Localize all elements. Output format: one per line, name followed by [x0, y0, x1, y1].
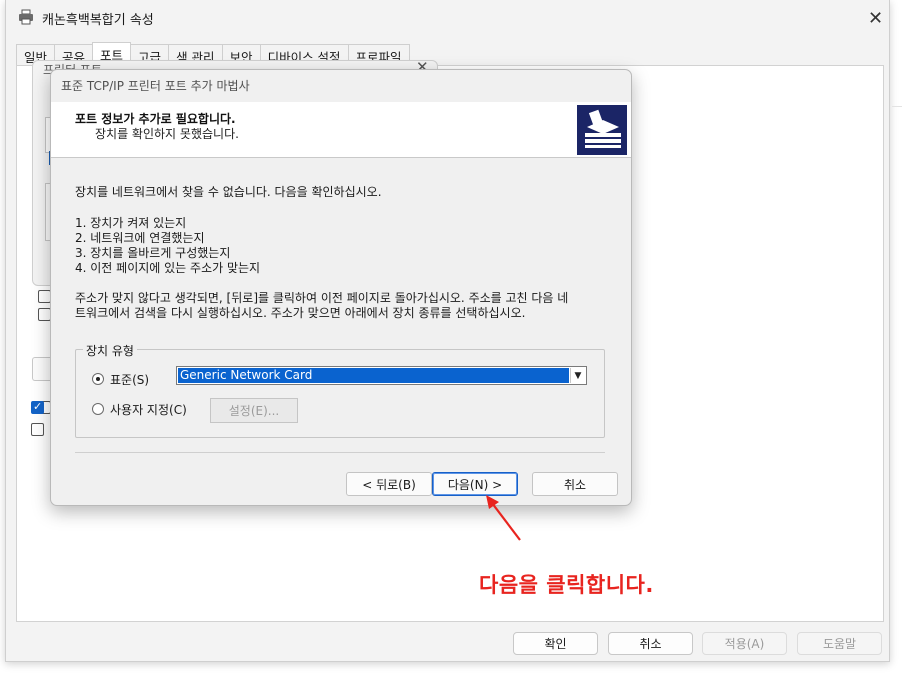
- printer-icon: [18, 9, 34, 28]
- cancel-button[interactable]: 취소: [608, 632, 693, 655]
- standard-radio-label[interactable]: 표준(S): [110, 371, 149, 388]
- intro-text: 장치를 네트워크에서 찾을 수 없습니다. 다음을 확인하십시오.: [75, 185, 382, 199]
- header-subtitle: 장치를 확인하지 못했습니다.: [95, 127, 239, 141]
- standard-radio[interactable]: [92, 373, 104, 385]
- device-type-group: [75, 349, 605, 438]
- standard-device-select[interactable]: Generic Network Card ▼: [176, 366, 587, 385]
- checklist-item: 4. 이전 페이지에 있는 주소가 맞는지: [75, 261, 261, 275]
- custom-radio[interactable]: [92, 403, 104, 415]
- annotation-text: 다음을 클릭합니다.: [479, 573, 654, 597]
- standard-device-value: Generic Network Card: [178, 368, 569, 383]
- wizard-header: 포트 정보가 추가로 필요합니다. 장치를 확인하지 못했습니다.: [51, 102, 631, 158]
- add-port-button[interactable]: [32, 357, 52, 381]
- annotation-arrow-icon: [486, 495, 521, 541]
- note-text-line2: 트워크에서 검색을 다시 실행하십시오. 주소가 맞으면 아래에서 장치 종류를…: [75, 306, 526, 320]
- window-title: 캐논흑백복합기 속성: [42, 12, 154, 28]
- back-button[interactable]: < 뒤로(B): [346, 472, 432, 496]
- wizard-title: 표준 TCP/IP 프린터 포트 추가 마법사: [61, 79, 250, 93]
- custom-radio-label[interactable]: 사용자 지정(C): [110, 401, 187, 418]
- settings-button[interactable]: 설정(E)...: [210, 398, 298, 423]
- printer-pooling-checkbox[interactable]: [31, 423, 44, 436]
- button-separator: [75, 452, 605, 453]
- help-button[interactable]: 도움말: [797, 632, 882, 655]
- bidirectional-support-checkbox[interactable]: [31, 400, 44, 414]
- close-icon[interactable]: ✕: [868, 10, 883, 28]
- ok-button[interactable]: 확인: [513, 632, 598, 655]
- device-type-legend: 장치 유형: [83, 342, 137, 359]
- window-titlebar: 캐논흑백복합기 속성: [18, 8, 154, 28]
- printer-wizard-icon: [577, 105, 627, 155]
- tcpip-port-wizard: 표준 TCP/IP 프린터 포트 추가 마법사 포트 정보가 추가로 필요합니다…: [50, 69, 632, 506]
- apply-button[interactable]: 적용(A): [702, 632, 787, 655]
- list-divider: [892, 106, 902, 107]
- chevron-down-icon[interactable]: ▼: [570, 368, 585, 383]
- cancel-button[interactable]: 취소: [532, 472, 618, 496]
